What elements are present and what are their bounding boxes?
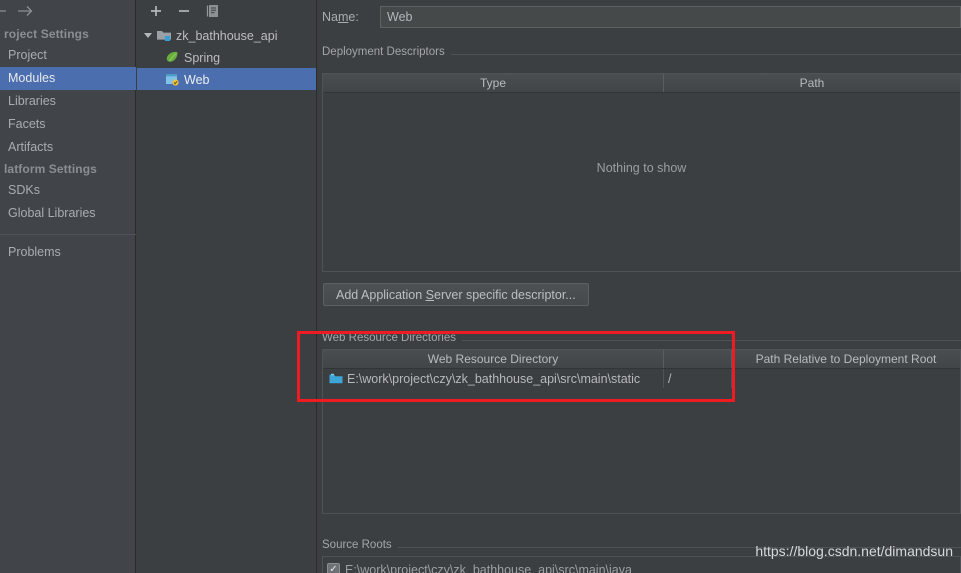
table-header-row: Web Resource Directory Path Relative to … — [323, 350, 960, 369]
module-tree-toolbar — [137, 0, 316, 22]
sidebar-item-facets[interactable]: Facets — [0, 113, 136, 136]
table-header-row: Type Path — [323, 74, 960, 93]
remove-module-button[interactable] — [170, 1, 198, 21]
settings-sidebar: roject Settings Project Modules Librarie… — [0, 0, 136, 573]
source-root-path: E:\work\project\czy\zk_bathhouse_api\src… — [345, 562, 632, 573]
web-facet-icon — [163, 71, 181, 87]
tree-node-zk-bathhouse-api[interactable]: zk_bathhouse_api — [137, 24, 316, 46]
sidebar-nav-arrows — [0, 0, 136, 22]
column-header-spacer[interactable] — [663, 350, 731, 368]
folder-icon — [327, 371, 345, 387]
arrow-left-icon[interactable] — [0, 1, 12, 21]
table-row[interactable]: E:\work\project\czy\zk_bathhouse_api\src… — [323, 369, 960, 388]
table-body: Nothing to show — [323, 161, 960, 175]
spring-leaf-icon — [163, 49, 181, 65]
add-module-button[interactable] — [142, 1, 170, 21]
deployment-descriptors-group: Deployment Descriptors — [322, 46, 961, 58]
chevron-down-icon[interactable] — [141, 28, 155, 42]
table-body: ✓ E:\work\project\czy\zk_bathhouse_api\s… — [323, 560, 960, 573]
web-resource-directories-table[interactable]: Web Resource Directory Path Relative to … — [322, 349, 961, 514]
cell-text: E:\work\project\czy\zk_bathhouse_api\src… — [347, 371, 641, 386]
web-resource-directories-title: Web Resource Directories — [322, 332, 463, 344]
sidebar-item-artifacts[interactable]: Artifacts — [0, 136, 136, 159]
sidebar-body: roject Settings Project Modules Librarie… — [0, 24, 136, 264]
module-tree-panel: zk_bathhouse_api Spring Web — [137, 0, 317, 573]
button-label-mnemonic: S — [425, 287, 434, 302]
tree-node-spring[interactable]: Spring — [137, 46, 316, 68]
column-header-type[interactable]: Type — [323, 74, 663, 92]
name-label-pre: Na — [322, 10, 338, 24]
column-header-web-resource-directory[interactable]: Web Resource Directory — [323, 350, 663, 368]
name-input[interactable] — [380, 6, 961, 28]
deployment-descriptors-title: Deployment Descriptors — [322, 46, 451, 58]
sidebar-group-project-settings: roject Settings — [4, 27, 89, 41]
name-field-label: Name: — [322, 10, 380, 24]
sidebar-item-sdks[interactable]: SDKs — [0, 179, 136, 202]
source-root-row[interactable]: ✓ E:\work\project\czy\zk_bathhouse_api\s… — [323, 560, 960, 573]
name-label-mnemonic: m — [337, 10, 349, 24]
column-header-path-relative-to-deployment-root[interactable]: Path Relative to Deployment Root — [731, 350, 960, 368]
tree-node-label: Spring — [184, 50, 221, 65]
project-structure-dialog: roject Settings Project Modules Librarie… — [0, 0, 961, 573]
cell-empty[interactable] — [731, 369, 960, 388]
empty-state-message: Nothing to show — [596, 161, 687, 175]
sidebar-item-problems[interactable]: Problems — [0, 241, 136, 264]
cell-web-resource-directory[interactable]: E:\work\project\czy\zk_bathhouse_api\src… — [323, 369, 663, 388]
module-folder-icon — [155, 27, 173, 43]
sidebar-item-project[interactable]: Project — [0, 44, 136, 67]
watermark-text: https://blog.csdn.net/dimandsun — [755, 543, 953, 559]
source-roots-title: Source Roots — [322, 539, 398, 551]
web-facet-settings-panel: Name: Deployment Descriptors Type Path N… — [318, 0, 961, 573]
button-label-post: erver specific descriptor... — [434, 287, 576, 302]
button-label-pre: Add Application — [336, 287, 426, 302]
web-resource-directories-group: Web Resource Directories — [322, 332, 961, 344]
module-tree-rows: zk_bathhouse_api Spring Web — [137, 24, 316, 90]
name-field-row: Name: — [322, 6, 961, 28]
cell-text: / — [668, 371, 672, 386]
tree-node-web[interactable]: Web — [137, 68, 316, 90]
sidebar-item-global-libraries[interactable]: Global Libraries — [0, 202, 136, 225]
sidebar-item-libraries[interactable]: Libraries — [0, 90, 136, 113]
name-label-post: e: — [348, 10, 359, 24]
arrow-right-icon[interactable] — [12, 1, 38, 21]
table-body: E:\work\project\czy\zk_bathhouse_api\src… — [323, 369, 960, 388]
cell-relative-path[interactable]: / — [663, 369, 731, 388]
sidebar-item-modules[interactable]: Modules — [0, 67, 136, 90]
tree-node-label: Web — [184, 72, 210, 87]
column-header-path[interactable]: Path — [663, 74, 960, 92]
deployment-descriptors-table[interactable]: Type Path Nothing to show — [322, 73, 961, 272]
copy-module-button[interactable] — [198, 1, 226, 21]
add-application-server-descriptor-button[interactable]: Add Application Server specific descript… — [323, 283, 589, 306]
tree-node-label: zk_bathhouse_api — [176, 28, 278, 43]
sidebar-divider — [0, 234, 136, 235]
sidebar-group-platform-settings: latform Settings — [4, 162, 97, 176]
source-root-checkbox[interactable]: ✓ — [327, 563, 340, 573]
